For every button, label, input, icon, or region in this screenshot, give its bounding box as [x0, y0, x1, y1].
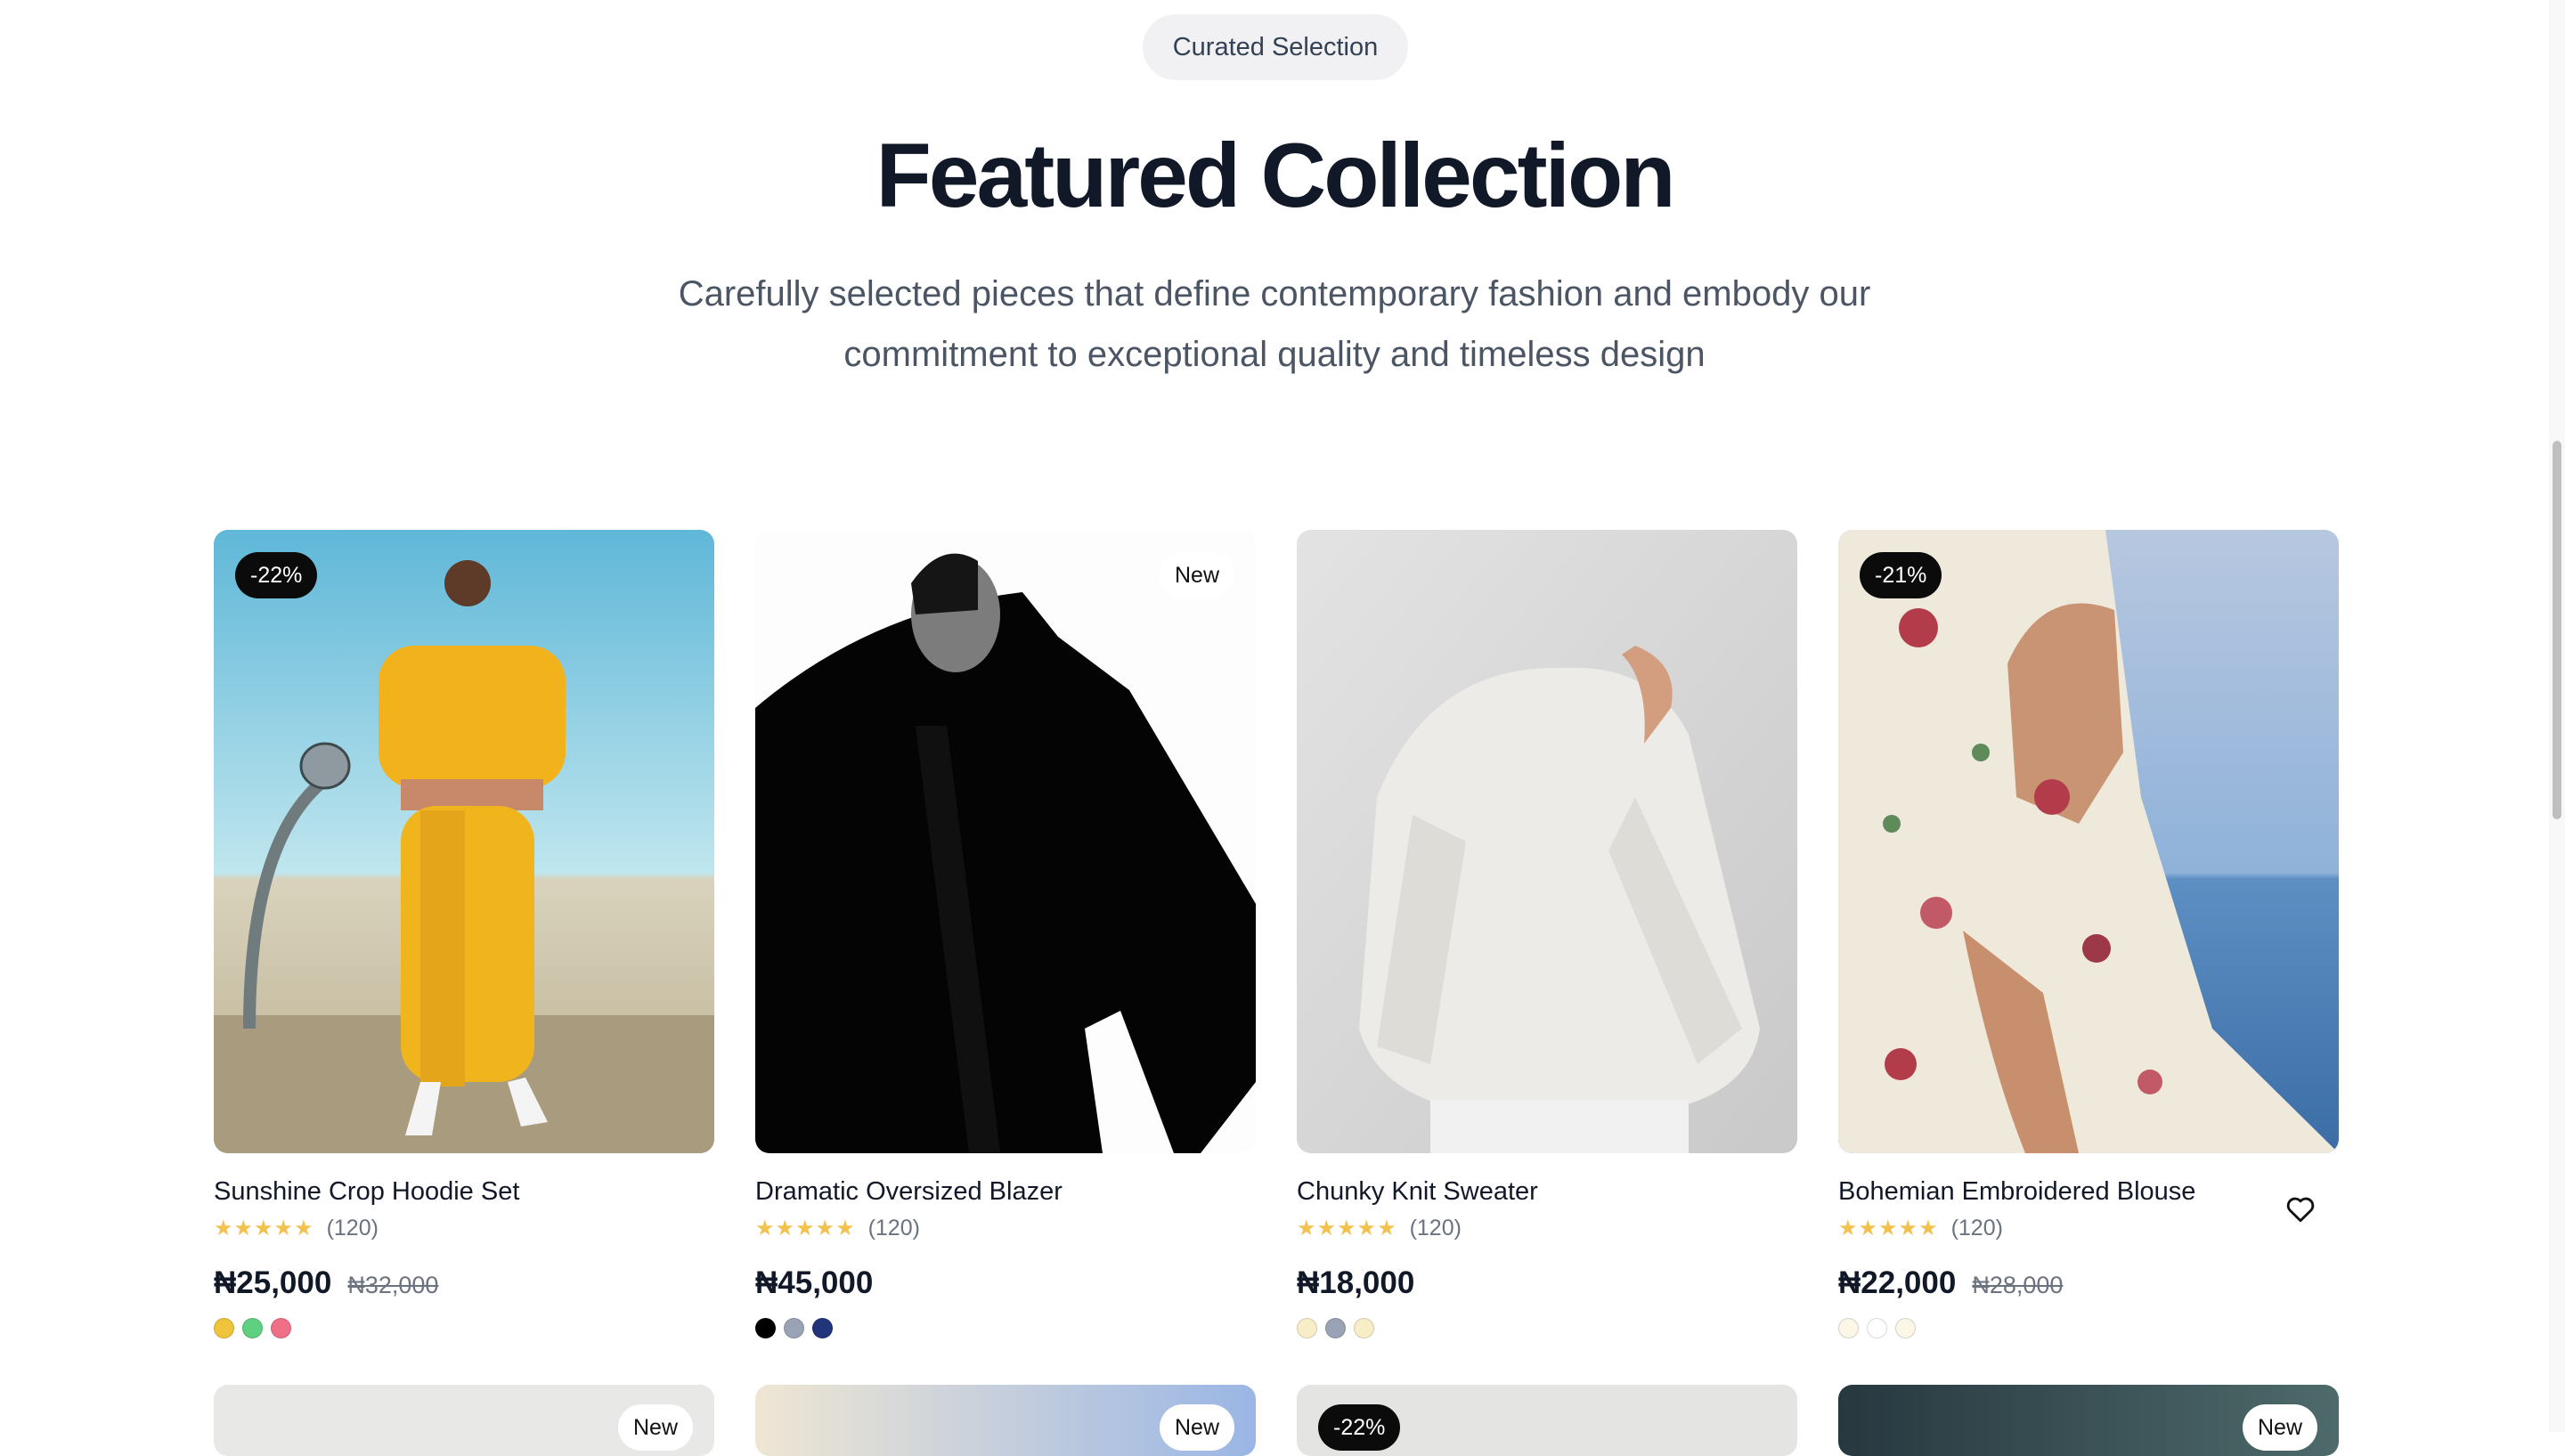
product-card-preview[interactable]: New: [755, 1385, 1256, 1456]
swatch-gray[interactable]: [1325, 1318, 1346, 1338]
swatch-ivory[interactable]: [1838, 1318, 1859, 1338]
swatch-black[interactable]: [755, 1318, 776, 1338]
curated-selection-pill: Curated Selection: [1143, 14, 1408, 80]
color-swatches: [1297, 1318, 1374, 1338]
section-title: Featured Collection: [875, 125, 1675, 226]
subtitle-line-2: commitment to exceptional quality and ti…: [843, 335, 1706, 374]
product-price: ₦25,000 ₦32,000: [214, 1265, 438, 1301]
subtitle-line-1: Carefully selected pieces that define co…: [678, 274, 1871, 313]
rating-stars: ★★★★★: [755, 1216, 856, 1240]
rating-stars: ★★★★★: [214, 1216, 314, 1240]
swatch-pink[interactable]: [271, 1318, 291, 1338]
review-count: (120): [867, 1216, 920, 1240]
current-price: ₦25,000: [214, 1265, 332, 1300]
review-count: (120): [1409, 1216, 1462, 1240]
current-price: ₦22,000: [1838, 1265, 1957, 1300]
product-image[interactable]: -22%: [214, 530, 714, 1153]
product-rating: ★★★★★ (120): [1838, 1216, 2003, 1241]
original-price: ₦32,000: [347, 1272, 439, 1298]
discount-badge: -21%: [1860, 552, 1942, 598]
section-subtitle: Carefully selected pieces that define co…: [499, 264, 2050, 385]
product-name[interactable]: Sunshine Crop Hoodie Set: [214, 1177, 519, 1207]
product-card-preview[interactable]: -22%: [1297, 1385, 1797, 1456]
new-badge: New: [1159, 552, 1234, 598]
product-price: ₦22,000 ₦28,000: [1838, 1265, 2063, 1301]
new-badge: New: [617, 1404, 693, 1451]
discount-badge: -22%: [1318, 1404, 1401, 1451]
review-count: (120): [1950, 1216, 2003, 1240]
discount-badge: -22%: [235, 552, 318, 598]
swatch-green[interactable]: [242, 1318, 263, 1338]
swatch-ivory[interactable]: [1895, 1318, 1916, 1338]
rating-stars: ★★★★★: [1838, 1216, 1939, 1240]
swatch-yellow[interactable]: [214, 1318, 234, 1338]
color-swatches: [1838, 1318, 1916, 1338]
product-name[interactable]: Chunky Knit Sweater: [1297, 1177, 1538, 1207]
product-image[interactable]: -21%: [1838, 530, 2339, 1153]
product-rating: ★★★★★ (120): [755, 1216, 920, 1241]
product-card-preview[interactable]: New: [1838, 1385, 2339, 1456]
product-price: ₦45,000: [755, 1265, 873, 1301]
new-badge: New: [2242, 1404, 2317, 1451]
product-card-preview[interactable]: New: [214, 1385, 714, 1456]
rating-stars: ★★★★★: [1297, 1216, 1397, 1240]
swatch-gray[interactable]: [784, 1318, 804, 1338]
product-image[interactable]: [1297, 530, 1797, 1153]
color-swatches: [214, 1318, 291, 1338]
color-swatches: [755, 1318, 833, 1338]
swatch-cream[interactable]: [1354, 1318, 1374, 1338]
product-rating: ★★★★★ (120): [1297, 1216, 1462, 1241]
swatch-navy[interactable]: [812, 1318, 833, 1338]
current-price: ₦18,000: [1297, 1265, 1415, 1300]
page-scrollbar[interactable]: [2549, 0, 2565, 1432]
product-price: ₦18,000: [1297, 1265, 1414, 1301]
new-badge: New: [1159, 1404, 1234, 1451]
original-price: ₦28,000: [1972, 1272, 2064, 1298]
featured-collection-section: Curated Selection Featured Collection Ca…: [0, 0, 2549, 1456]
product-name[interactable]: Dramatic Oversized Blazer: [755, 1177, 1063, 1207]
review-count: (120): [326, 1216, 379, 1240]
current-price: ₦45,000: [755, 1265, 874, 1300]
heart-icon[interactable]: [2285, 1195, 2316, 1224]
swatch-cream[interactable]: [1297, 1318, 1317, 1338]
swatch-white[interactable]: [1867, 1318, 1887, 1338]
eyebrow-text: Curated Selection: [1172, 32, 1379, 61]
scrollbar-thumb[interactable]: [2553, 441, 2561, 819]
product-rating: ★★★★★ (120): [214, 1216, 379, 1241]
product-name[interactable]: Bohemian Embroidered Blouse: [1838, 1177, 2195, 1207]
product-image[interactable]: New: [755, 530, 1256, 1153]
